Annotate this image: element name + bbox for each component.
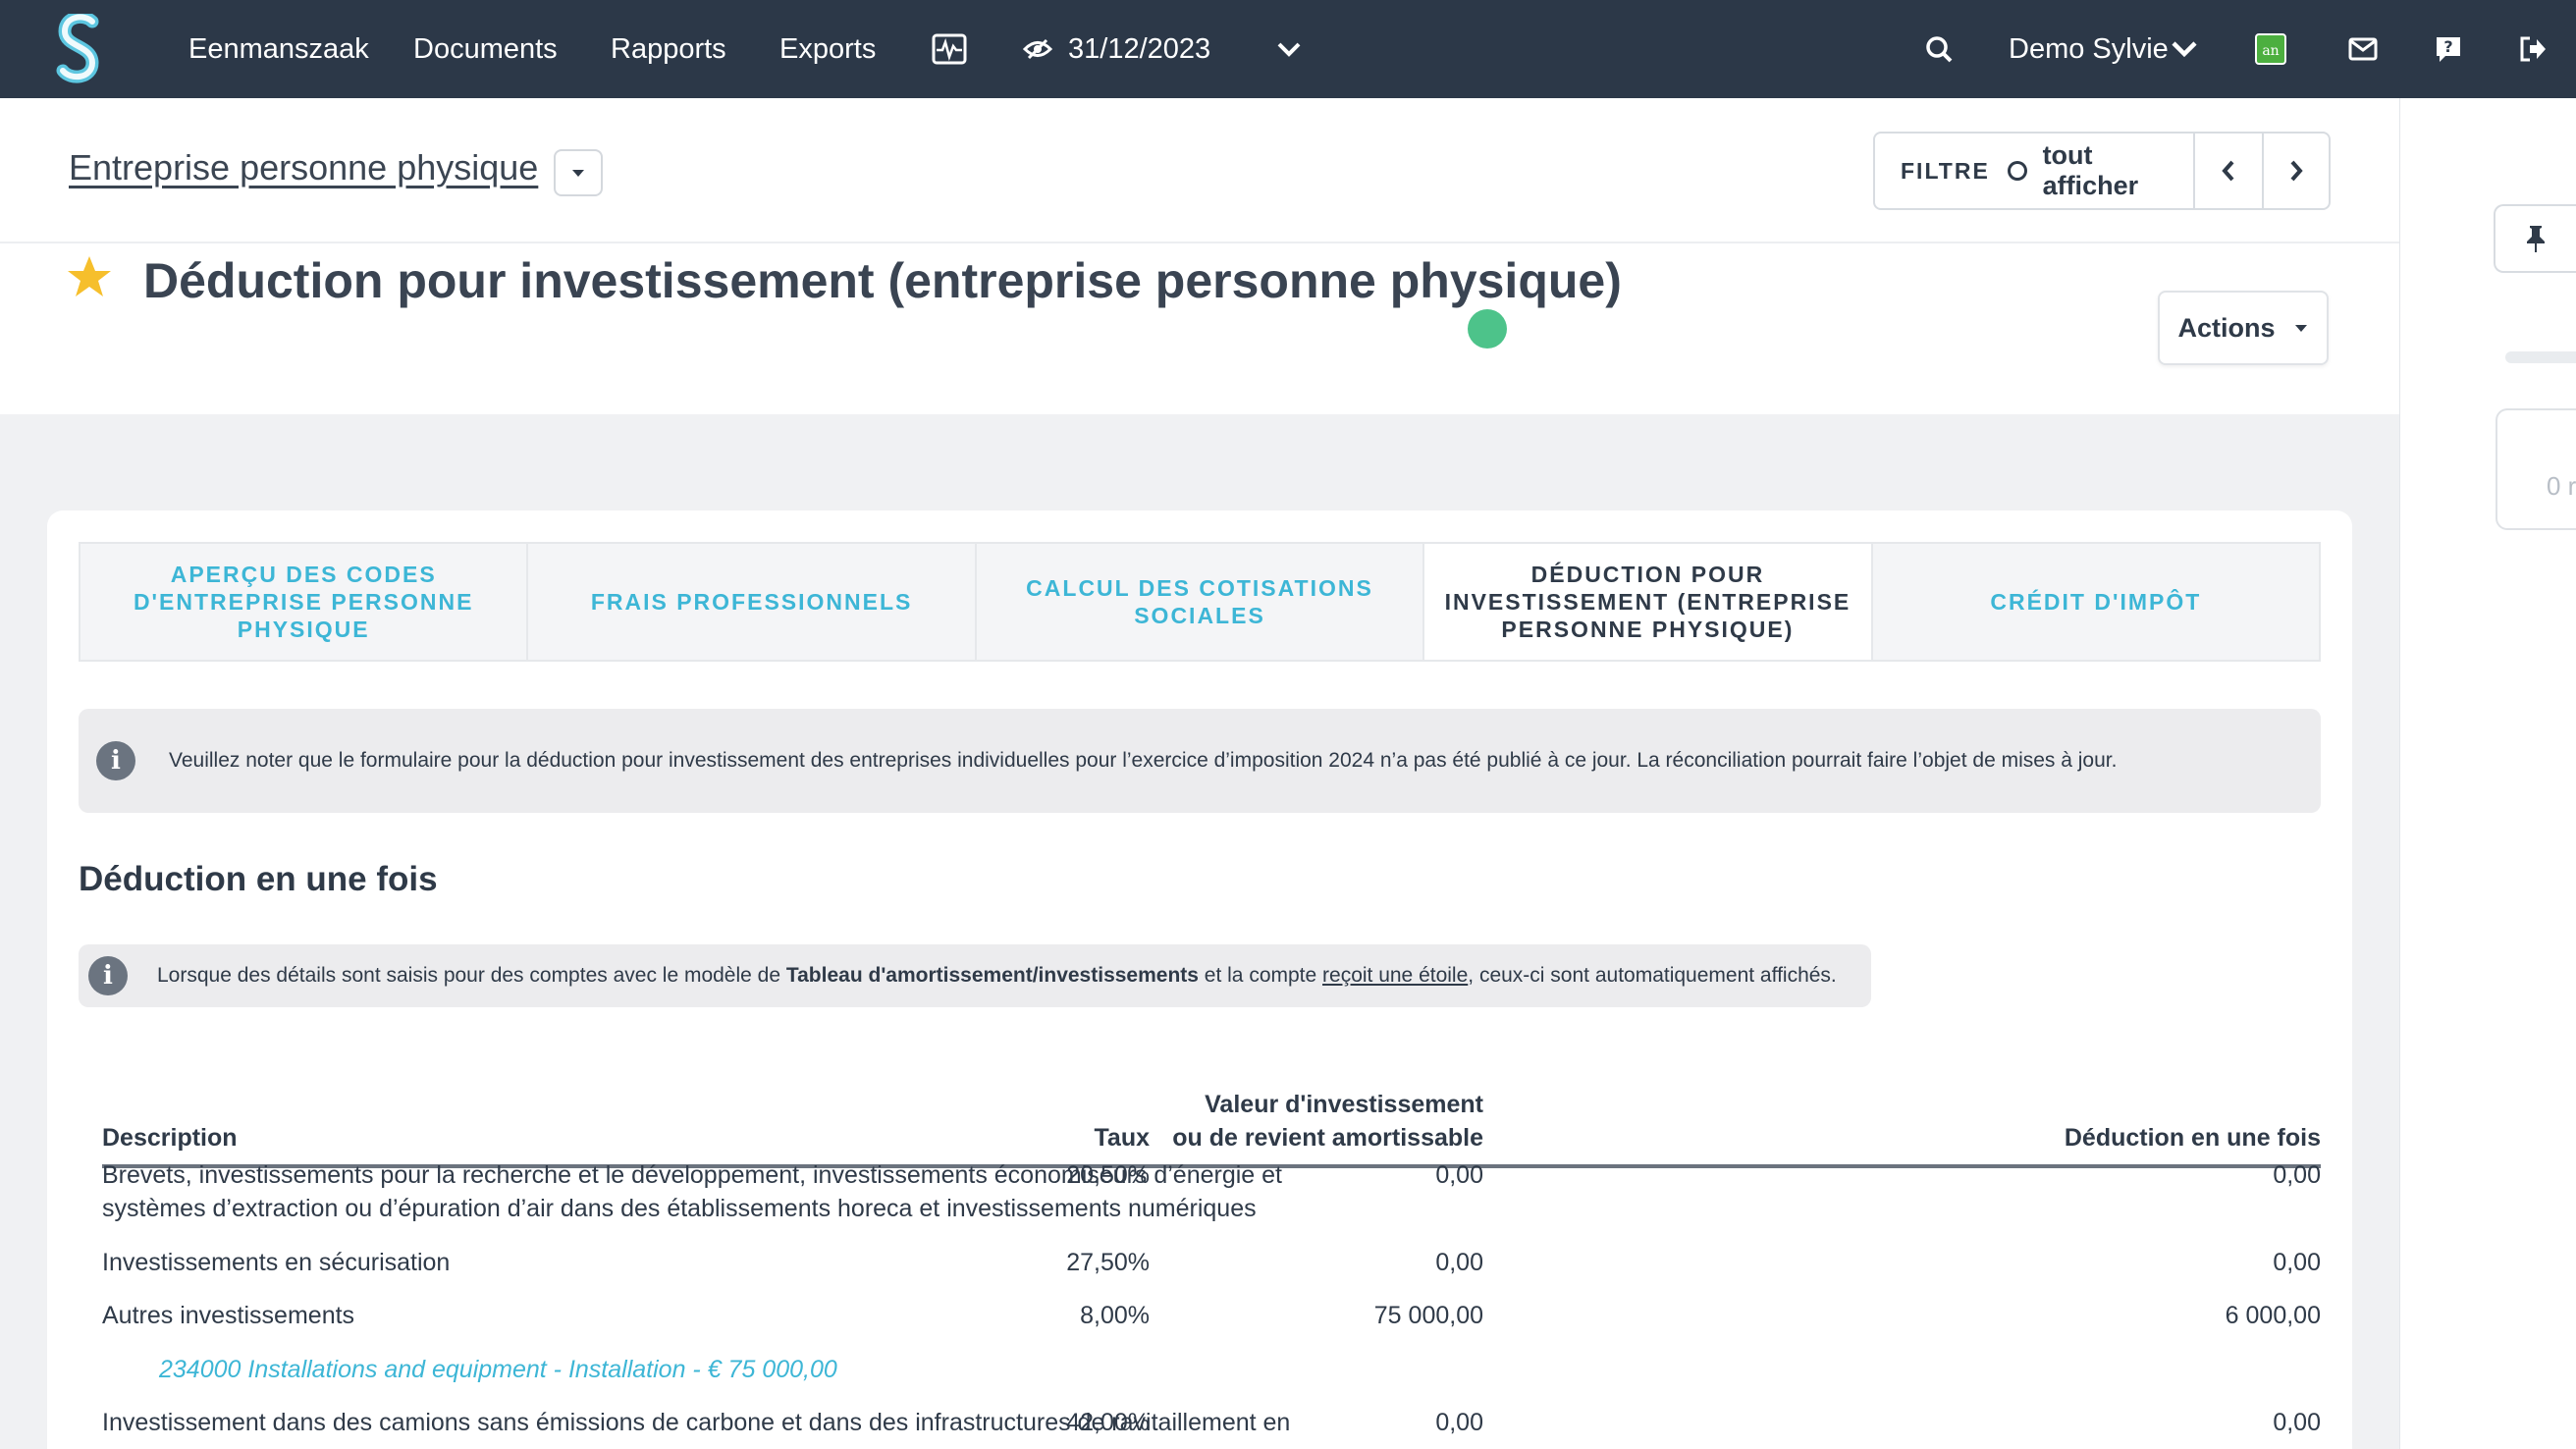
nav-rapports[interactable]: Rapports (611, 0, 726, 98)
status-indicator (1468, 309, 1507, 349)
top-navigation: Eenmanszaak Documents Rapports Exports 3… (0, 0, 2576, 98)
header-deduction: Déduction en une fois (2064, 1124, 2321, 1152)
notice-box: i Veuillez noter que le formulaire pour … (79, 709, 2321, 813)
header-value-line2: ou de revient amortissable (1172, 1124, 1483, 1152)
user-menu[interactable]: Demo Sylvie (2009, 0, 2169, 98)
table-header: Description Taux Valeur d'investissement… (102, 1070, 2321, 1168)
chevron-right-icon (2290, 160, 2303, 182)
app-logo[interactable] (55, 14, 102, 84)
tab-credit-impot[interactable]: Crédit d'impôt (1872, 544, 2320, 660)
info-icon: i (96, 741, 135, 780)
entity-title-link[interactable]: Entreprise personne physique (69, 147, 538, 188)
header-description: Description (102, 1124, 238, 1152)
caret-down-icon (572, 170, 584, 177)
page-title: Déduction pour investissement (entrepris… (143, 253, 1622, 308)
row-description: Brevets, investissements pour la recherc… (102, 1161, 1283, 1222)
tab-deduction-investissement[interactable]: Déduction pour investissement (entrepris… (1424, 544, 1873, 660)
header-value-line1: Valeur d'investissement (1205, 1091, 1483, 1118)
caret-down-icon (2294, 325, 2307, 332)
row-rate: 20,50% (1066, 1161, 1150, 1189)
previous-button[interactable] (2195, 134, 2262, 208)
row-value: 0,00 (1435, 1161, 1483, 1189)
header-value: Valeur d'investissement ou de revient am… (1172, 1088, 1483, 1154)
main-card: Aperçu des codes d'entreprise personne p… (47, 510, 2352, 1449)
period-date[interactable]: 31/12/2023 (1068, 0, 1210, 98)
side-card-value: 0 r (2547, 471, 2576, 501)
favorite-star-icon[interactable] (67, 255, 112, 298)
row-rate: 27,50% (1066, 1249, 1150, 1276)
hint-link[interactable]: reçoit une étoile (1322, 964, 1468, 987)
tab-apercu-codes[interactable]: Aperçu des codes d'entreprise personne p… (80, 544, 529, 660)
nav-documents[interactable]: Documents (413, 0, 558, 98)
section-title: Déduction en une fois (79, 860, 438, 898)
filter-value: tout afficher (2042, 140, 2139, 200)
row-deduction: 0,00 (2273, 1249, 2321, 1276)
page-header: Entreprise personne physique FILTRE tout… (0, 98, 2399, 414)
hint-bold: Tableau d'amortissement/investissements (785, 964, 1199, 987)
next-button[interactable] (2262, 134, 2329, 208)
side-panel (2399, 98, 2576, 1449)
row-value: 0,00 (1435, 1409, 1483, 1436)
tab-frais-professionnels[interactable]: Frais professionnels (528, 544, 977, 660)
row-description: Autres investissements (102, 1302, 355, 1329)
row-value: 75 000,00 (1373, 1302, 1483, 1329)
row-deduction: 6 000,00 (2225, 1302, 2321, 1329)
hint-prefix: Lorsque des détails sont saisis pour des… (157, 964, 786, 987)
sub-item-link[interactable]: 234000 Installations and equipment - Ins… (159, 1353, 837, 1386)
side-divider (2505, 351, 2576, 363)
user-chevron-down-icon[interactable] (2170, 0, 2199, 98)
hint-mid: et la compte (1198, 964, 1323, 987)
chevron-down-icon[interactable] (1272, 0, 1306, 98)
logout-icon[interactable] (2517, 0, 2549, 98)
entity-dropdown-button[interactable] (554, 149, 603, 196)
hint-box: i Lorsque des détails sont saisis pour d… (79, 944, 1871, 1007)
pin-button[interactable] (2494, 204, 2576, 273)
nav-eenmanszaak[interactable]: Eenmanszaak (188, 0, 369, 98)
mail-icon[interactable] (2346, 0, 2380, 98)
row-description: Investissements en sécurisation (102, 1249, 451, 1276)
pin-icon (2527, 226, 2545, 252)
filter-button[interactable]: FILTRE tout afficher (1875, 134, 2195, 208)
hint-suffix: , ceux-ci sont automatiquement affichés. (1468, 964, 1837, 987)
side-summary-card[interactable]: 0 r (2496, 408, 2576, 530)
row-deduction: 0,00 (2273, 1161, 2321, 1189)
header-rate: Taux (1094, 1124, 1151, 1152)
info-icon: i (88, 956, 128, 995)
filter-label: FILTRE (1901, 157, 1990, 184)
eye-slash-icon[interactable] (1021, 0, 1054, 98)
search-icon[interactable] (1922, 0, 1956, 98)
svg-text:an: an (2262, 43, 2279, 59)
filter-radio-icon (2007, 161, 2027, 181)
chevron-left-icon (2222, 160, 2234, 182)
filter-group: FILTRE tout afficher (1873, 132, 2331, 210)
tab-cotisations-sociales[interactable]: Calcul des cotisations sociales (976, 544, 1425, 660)
svg-text:?: ? (2443, 37, 2452, 56)
row-deduction: 0,00 (2273, 1409, 2321, 1436)
row-description: Investissement dans des camions sans émi… (102, 1409, 1291, 1436)
help-icon[interactable]: ? (2433, 0, 2464, 98)
row-value: 0,00 (1435, 1249, 1483, 1276)
notice-text: Veuillez noter que le formulaire pour la… (169, 749, 2118, 772)
app-badge-icon[interactable]: an (2254, 0, 2287, 98)
actions-label: Actions (2177, 312, 2276, 343)
nav-exports[interactable]: Exports (779, 0, 876, 98)
activity-monitor-icon[interactable] (927, 0, 972, 98)
row-rate: 8,00% (1080, 1302, 1150, 1329)
row-rate: 42,00% (1066, 1409, 1150, 1436)
breadcrumb: Entreprise personne physique FILTRE tout… (0, 98, 2399, 243)
hint-text: Lorsque des détails sont saisis pour des… (157, 964, 1837, 988)
actions-button[interactable]: Actions (2158, 291, 2329, 365)
tab-bar: Aperçu des codes d'entreprise personne p… (79, 542, 2321, 662)
